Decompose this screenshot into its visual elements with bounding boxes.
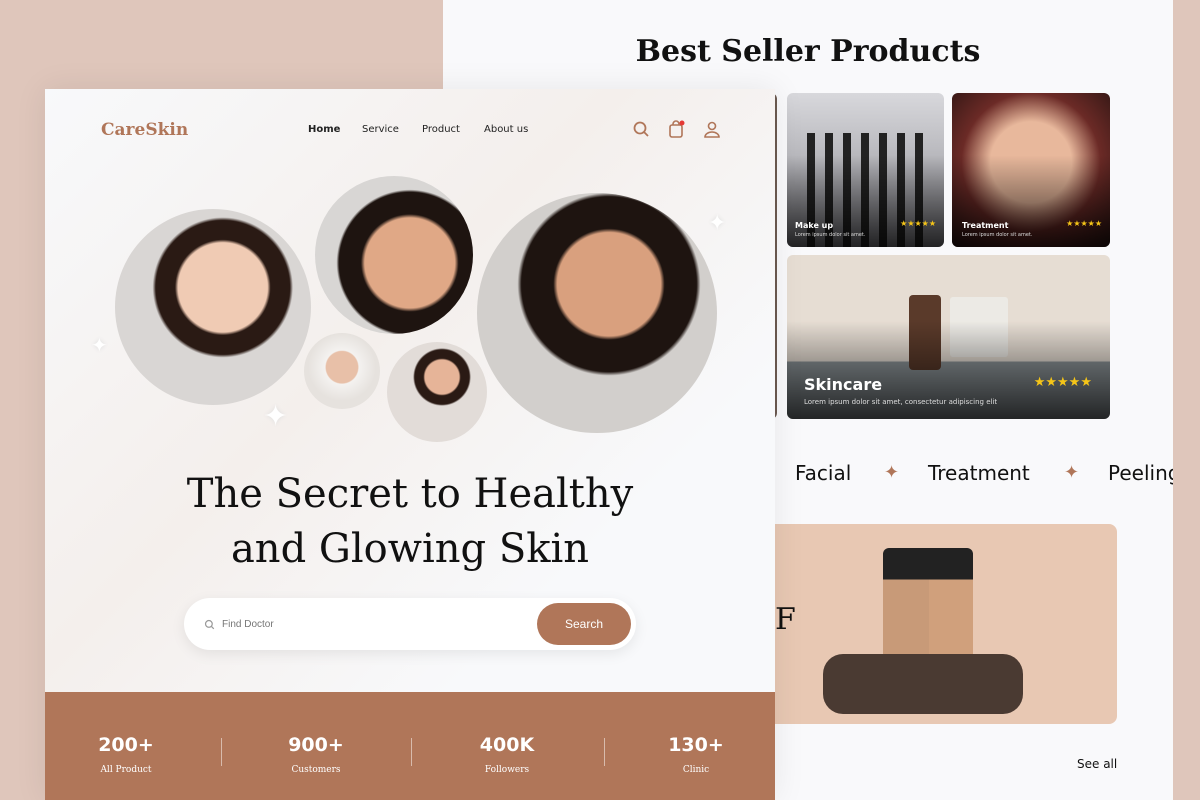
- product-card-makeup[interactable]: Make up Lorem ipsum dolor sit amet. ★★★★…: [787, 93, 944, 247]
- card-desc: Lorem ipsum dolor sit amet, consectetur …: [804, 398, 998, 406]
- stat-value: 200+: [98, 734, 154, 756]
- stat-label: Clinic: [682, 765, 710, 775]
- search-icon[interactable]: [632, 120, 650, 138]
- stat-item: 900+ Customers: [256, 734, 376, 775]
- stats-bar: 200+ All Product 900+ Customers 400K Follow…: [45, 692, 775, 800]
- card-desc: Lorem ipsum dolor sit amet.: [795, 232, 866, 238]
- see-all-link[interactable]: See all: [1077, 757, 1117, 771]
- card-desc: Lorem ipsum dolor sit amet.: [962, 232, 1033, 238]
- user-icon[interactable]: [703, 120, 721, 138]
- model-photo: [387, 342, 487, 442]
- card-title: Skincare: [804, 375, 883, 394]
- nav-about-us[interactable]: About us: [484, 124, 528, 135]
- nav-home[interactable]: Home: [308, 124, 340, 135]
- sparkle-icon: ✦: [1064, 462, 1080, 483]
- category-treatment[interactable]: Treatment: [928, 461, 1030, 485]
- stat-value: 400K: [479, 734, 535, 756]
- model-photo: [115, 209, 311, 405]
- sparkle-icon: ✦: [884, 462, 900, 483]
- stat-value: 130+: [668, 734, 724, 756]
- hero-headline: The Secret to Healthy and Glowing Skin: [45, 467, 775, 577]
- stones-image: [823, 654, 1023, 714]
- category-peeling[interactable]: Peeling: [1108, 461, 1173, 485]
- logo[interactable]: CareSkin: [101, 120, 188, 140]
- stat-label: Followers: [484, 765, 530, 775]
- bag-icon[interactable]: [667, 120, 685, 138]
- divider: [411, 738, 412, 766]
- nav-product[interactable]: Product: [422, 124, 460, 135]
- rating-stars: ★★★★★: [1066, 219, 1102, 228]
- category-facial[interactable]: Facial: [795, 461, 851, 485]
- sparkle-icon: ✦: [263, 399, 289, 434]
- search-bar: Search: [184, 598, 636, 650]
- model-photo: [315, 176, 473, 334]
- banner-text: F: [775, 602, 796, 637]
- search-icon: [204, 619, 215, 630]
- stat-label: All Product: [100, 765, 152, 775]
- divider: [221, 738, 222, 766]
- landing-page: CareSkin Home Service Product About us ✦…: [45, 89, 775, 800]
- stat-label: Customers: [291, 765, 341, 775]
- headline-line: and Glowing Skin: [230, 526, 590, 572]
- card-title: Treatment: [962, 221, 1009, 230]
- product-card-skincare[interactable]: Skincare Lorem ipsum dolor sit amet, con…: [787, 255, 1110, 419]
- rating-stars: ★★★★★: [1033, 375, 1092, 390]
- stat-item: 200+ All Product: [66, 734, 186, 775]
- rating-stars: ★★★★★: [900, 219, 936, 228]
- divider: [604, 738, 605, 766]
- product-card-treatment[interactable]: Treatment Lorem ipsum dolor sit amet. ★★…: [952, 93, 1110, 247]
- nav-service[interactable]: Service: [362, 124, 399, 135]
- headline-line: The Secret to Healthy: [186, 471, 634, 517]
- stat-item: 400K Followers: [447, 734, 567, 775]
- sparkle-icon: ✦: [91, 333, 108, 357]
- card-title: Make up: [795, 221, 834, 230]
- find-doctor-input[interactable]: [222, 612, 522, 636]
- promo-banner[interactable]: F: [763, 524, 1117, 724]
- stat-item: 130+ Clinic: [636, 734, 756, 775]
- model-photo: [477, 193, 717, 433]
- search-button[interactable]: Search: [537, 603, 631, 645]
- section-title: Best Seller Products: [635, 34, 981, 69]
- stat-value: 900+: [288, 734, 344, 756]
- sparkle-icon: ✦: [708, 211, 727, 236]
- model-photo: [304, 333, 380, 409]
